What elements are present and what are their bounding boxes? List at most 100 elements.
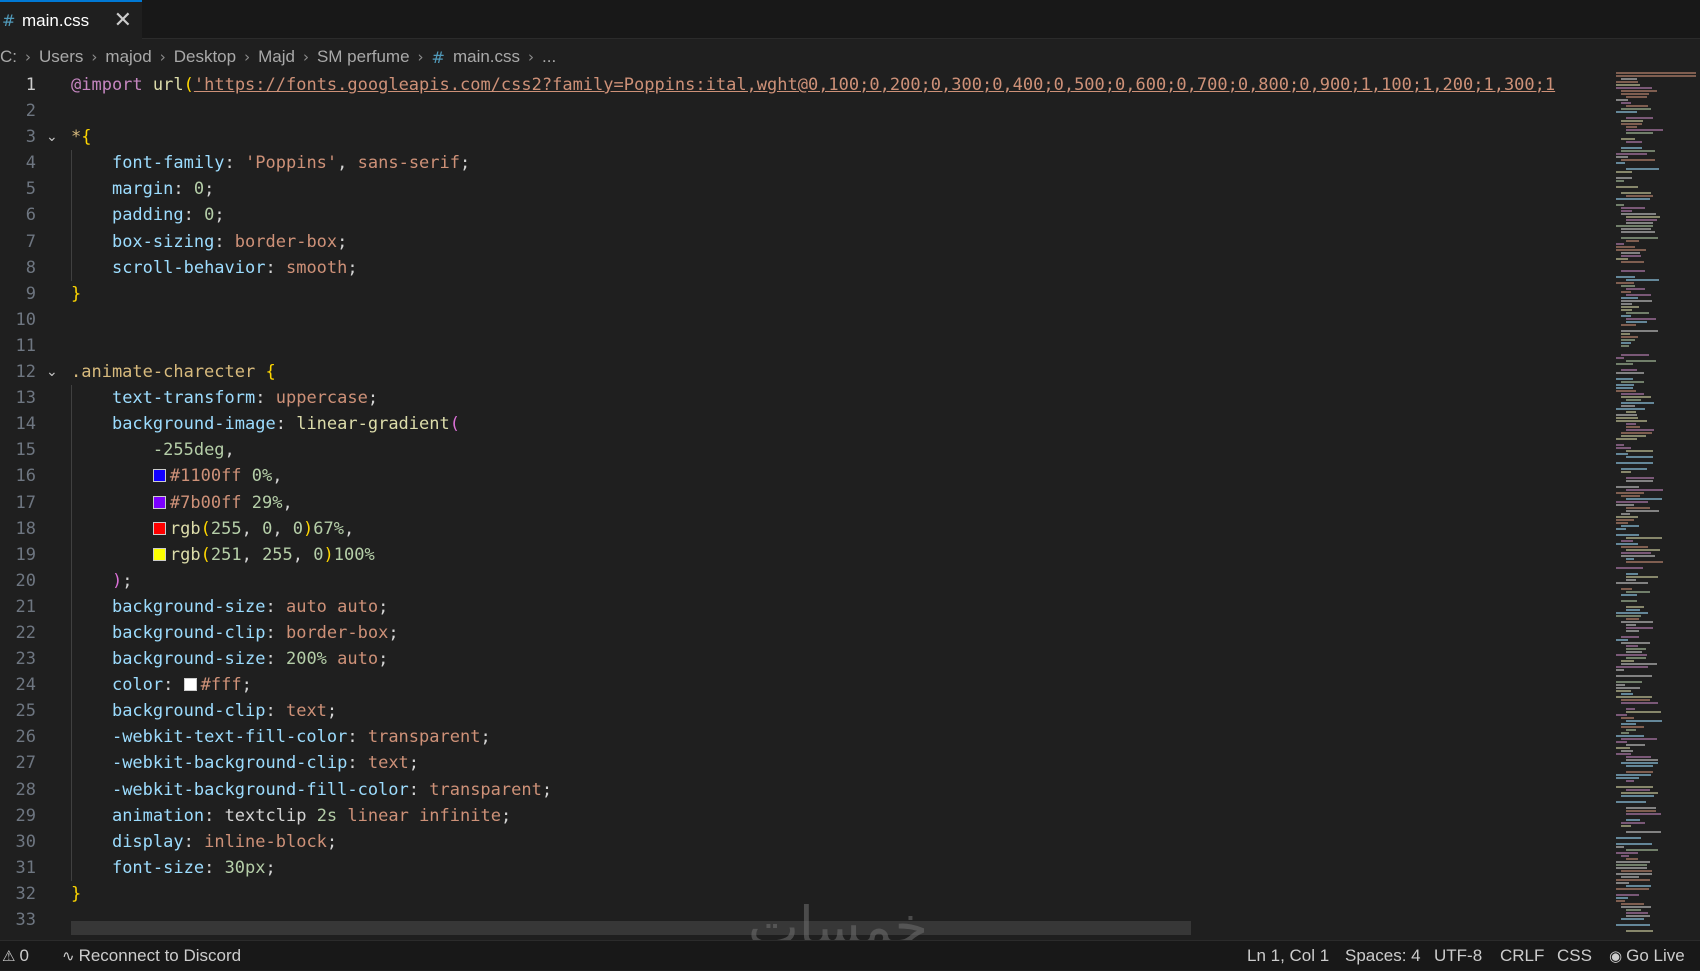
go-live-label: Go Live [1626, 946, 1685, 965]
problems-indicator[interactable]: ⚠ 0 [2, 941, 29, 971]
code-line[interactable]: 25 background-clip: text; [0, 698, 1605, 724]
code-line[interactable]: 31 font-size: 30px; [0, 855, 1605, 881]
breadcrumb-item[interactable]: Majd [258, 47, 295, 67]
encoding[interactable]: UTF-8 [1434, 941, 1482, 971]
code-token: inline-block [204, 831, 327, 852]
code-line[interactable]: 26 -webkit-text-fill-color: transparent; [0, 724, 1605, 750]
code-line[interactable]: 13 text-transform: uppercase; [0, 385, 1605, 411]
code-line[interactable]: 12 ⌄ .animate-charecter { [0, 359, 1605, 385]
code-token: .animate-charecter [71, 362, 256, 383]
code-token: background-clip [111, 701, 266, 722]
minimap-line [1621, 762, 1658, 764]
code-editor[interactable]: 1 @import url('https://fonts.googleapis.c… [0, 72, 1605, 930]
breadcrumb-item[interactable]: C: [0, 47, 17, 67]
code-token: : [347, 727, 368, 748]
minimap-line [1616, 690, 1631, 692]
breadcrumb-file[interactable]: main.css [453, 47, 520, 67]
code-line[interactable]: 7 box-sizing: border-box; [0, 229, 1605, 255]
minimap-line [1616, 837, 1641, 839]
code-line[interactable]: 18 rgb(255, 0, 0)67%, [0, 516, 1605, 542]
minimap-line [1626, 222, 1653, 224]
close-icon[interactable]: ✕ [114, 8, 132, 33]
minimap-line [1621, 588, 1632, 590]
code-line[interactable]: 28 -webkit-background-fill-color: transp… [0, 777, 1605, 803]
line-number: 20 [15, 570, 36, 591]
minimap[interactable] [1610, 72, 1700, 940]
code-line[interactable]: 22 background-clip: border-box; [0, 620, 1605, 646]
minimap-line [1626, 321, 1647, 323]
code-line[interactable]: 1 @import url('https://fonts.googleapis.c… [0, 72, 1605, 98]
code-line[interactable]: 20 ); [0, 568, 1605, 594]
language-mode[interactable]: CSS [1557, 941, 1592, 971]
code-line[interactable]: 9} [0, 281, 1605, 307]
breadcrumb-item[interactable]: majod [105, 47, 151, 67]
code-text: scroll-behavior: smooth; [71, 255, 358, 281]
minimap-line [1626, 579, 1636, 581]
code-line[interactable]: 29 animation: textclip 2s linear infinit… [0, 803, 1605, 829]
horizontal-scrollbar[interactable] [71, 921, 1191, 935]
go-live-button[interactable]: ◉ Go Live [1609, 941, 1685, 971]
indentation[interactable]: Spaces: 4 [1345, 941, 1421, 971]
code-line[interactable]: 16 #1100ff 0%, [0, 463, 1605, 489]
minimap-line [1616, 615, 1641, 617]
minimap-line [1626, 606, 1644, 608]
code-line[interactable]: 4 font-family: 'Poppins', sans-serif; [0, 150, 1605, 176]
minimap-line [1616, 522, 1628, 524]
fold-chevron-icon[interactable]: ⌄ [46, 124, 62, 150]
minimap-line [1616, 486, 1639, 488]
color-swatch-icon[interactable] [152, 547, 166, 561]
color-swatch-icon[interactable] [152, 521, 166, 535]
code-line[interactable]: 24 color: #fff; [0, 672, 1605, 698]
code-line[interactable]: 27 -webkit-background-clip: text; [0, 750, 1605, 776]
breadcrumb-item[interactable]: Users [39, 47, 83, 67]
code-line[interactable]: 23 background-size: 200% auto; [0, 646, 1605, 672]
color-swatch-icon[interactable] [183, 678, 197, 692]
code-line[interactable]: 3 ⌄ *{ [0, 124, 1605, 150]
minimap-line [1626, 720, 1662, 722]
code-token: , [241, 544, 263, 565]
minimap-line [1616, 81, 1638, 83]
minimap-line [1621, 213, 1656, 215]
code-token: 0% [251, 466, 273, 487]
color-swatch-icon[interactable] [152, 495, 166, 509]
tab-main-css[interactable]: # main.css ✕ [0, 0, 142, 39]
breadcrumb-more[interactable]: ... [542, 47, 556, 67]
code-line[interactable]: 10 [0, 307, 1605, 333]
code-line[interactable]: 11 [0, 333, 1605, 359]
color-swatch-icon[interactable] [152, 469, 166, 483]
minimap-line [1621, 93, 1649, 95]
minimap-line [1626, 711, 1661, 713]
minimap-line [1621, 471, 1631, 473]
minimap-line [1626, 129, 1663, 131]
code-line[interactable]: 21 background-size: auto auto; [0, 594, 1605, 620]
minimap-line [1616, 519, 1634, 521]
cursor-position[interactable]: Ln 1, Col 1 [1247, 941, 1329, 971]
code-token: border-box [285, 622, 389, 643]
minimap-line [1621, 297, 1638, 299]
minimap-line [1616, 534, 1639, 536]
end-of-line[interactable]: CRLF [1500, 941, 1544, 971]
breadcrumb-item[interactable]: SM perfume [317, 47, 410, 67]
code-line[interactable]: 8 scroll-behavior: smooth; [0, 255, 1605, 281]
code-line[interactable]: 2 [0, 98, 1605, 124]
code-line[interactable]: 14 background-image: linear-gradient( [0, 411, 1605, 437]
line-number: 7 [25, 231, 36, 252]
code-text: margin: 0; [71, 176, 214, 202]
code-line[interactable]: 19 rgb(251, 255, 0)100% [0, 542, 1605, 568]
breadcrumb-item[interactable]: Desktop [174, 47, 236, 67]
code-line[interactable]: 17 #7b00ff 29%, [0, 490, 1605, 516]
code-line[interactable]: 30 display: inline-block; [0, 829, 1605, 855]
code-line[interactable]: 15 -255deg, [0, 437, 1605, 463]
minimap-line [1626, 789, 1650, 791]
fold-chevron-icon[interactable]: ⌄ [46, 359, 62, 385]
code-line[interactable]: 6 padding: 0; [0, 202, 1605, 228]
minimap-line [1621, 468, 1647, 470]
discord-status[interactable]: ∿ Reconnect to Discord [62, 941, 241, 971]
minimap-line [1616, 246, 1635, 248]
code-token: ; [241, 675, 252, 696]
code-line[interactable]: 5 margin: 0; [0, 176, 1605, 202]
minimap-line [1616, 582, 1648, 584]
code-token: display [111, 831, 184, 852]
